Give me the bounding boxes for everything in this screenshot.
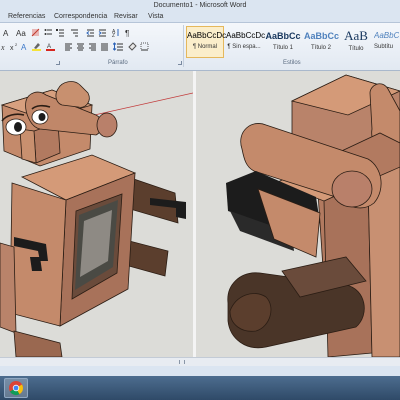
show-marks-icon[interactable]: ¶ [124, 28, 133, 38]
group-label-paragraph: Párrafo [108, 60, 128, 66]
bullets-icon[interactable] [44, 28, 53, 37]
model-side-view-image [196, 71, 400, 357]
font-color-icon[interactable]: A [46, 42, 55, 51]
window-title-bar: Documento1 - Microsoft Word [0, 0, 400, 11]
paragraph-dialog-launcher-icon[interactable] [178, 61, 182, 65]
svg-text:2: 2 [15, 42, 18, 47]
style-name: Título 2 [310, 45, 331, 51]
svg-text:Z: Z [112, 33, 115, 37]
taskbar-chrome-button[interactable] [4, 378, 28, 398]
document-area[interactable] [0, 71, 400, 357]
ribbon-separator [183, 25, 184, 67]
line-spacing-icon[interactable] [112, 42, 123, 51]
horizontal-scrollbar[interactable] [0, 357, 400, 366]
style-normal[interactable]: AaBbCcDc ¶ Normal [186, 26, 227, 58]
text-effects-icon[interactable]: A [20, 42, 29, 52]
multilevel-list-icon[interactable] [70, 28, 79, 37]
style-no-spacing[interactable]: AaBbCcDc ¶ Sin espa... [225, 26, 266, 58]
tab-revisar[interactable]: Revisar [114, 13, 138, 20]
window-title: Documento1 - Microsoft Word [153, 2, 247, 9]
tab-vista[interactable]: Vista [148, 13, 163, 20]
svg-text:A: A [21, 43, 27, 51]
style-name: Título 1 [272, 45, 293, 51]
style-sample: AaBbCc [374, 31, 400, 40]
group-label-styles: Estilos [283, 60, 301, 66]
font-dialog-launcher-icon[interactable] [56, 61, 60, 65]
style-heading-2[interactable]: AaBbCc Título 2 [303, 26, 339, 58]
style-title[interactable]: AaB Título [340, 26, 372, 58]
chrome-icon [9, 381, 24, 396]
align-right-icon[interactable] [88, 42, 97, 51]
scrollbar-thumb[interactable] [179, 360, 185, 364]
style-heading-1[interactable]: AaBbCc Título 1 [264, 26, 302, 58]
superscript-icon[interactable]: x2 [10, 42, 19, 52]
borders-icon[interactable] [140, 42, 149, 51]
shading-icon[interactable] [128, 42, 137, 51]
svg-text:Aa: Aa [16, 29, 26, 37]
font-size-down-icon[interactable]: A [2, 28, 11, 38]
style-name: ¶ Sin espa... [227, 44, 261, 50]
style-name: ¶ Normal [192, 44, 218, 50]
style-sample: AaBbCc [265, 31, 301, 41]
ribbon: A Aa AZ ¶ x x2 A A Párrafo AaBbCcDc ¶ No… [0, 23, 400, 71]
ribbon-tab-bar: Referencias Correspondencia Revisar Vist… [0, 11, 400, 23]
svg-text:x: x [10, 45, 14, 51]
numbering-icon[interactable] [56, 28, 65, 37]
style-sample: AaBbCc [304, 31, 340, 41]
style-name: Título [348, 46, 364, 52]
increase-indent-icon[interactable] [98, 28, 107, 37]
style-subtitle[interactable]: AaBbCc Subtítu [373, 26, 400, 58]
sort-icon[interactable]: AZ [112, 28, 121, 39]
svg-text:¶: ¶ [125, 29, 129, 37]
clear-format-icon[interactable] [31, 28, 40, 37]
align-left-icon[interactable] [64, 42, 73, 51]
justify-icon[interactable] [100, 42, 109, 51]
taskbar [0, 376, 400, 400]
highlight-icon[interactable] [32, 42, 41, 51]
style-sample: AaBbCcDc [226, 31, 266, 40]
tab-referencias[interactable]: Referencias [8, 13, 45, 20]
italic-icon[interactable]: x [0, 42, 9, 52]
decrease-indent-icon[interactable] [86, 28, 95, 37]
style-sample: AaB [344, 28, 368, 43]
svg-text:x: x [0, 43, 5, 51]
style-sample: AaBbCcDc [187, 31, 227, 40]
tab-correspondencia[interactable]: Correspondencia [54, 13, 107, 20]
status-bar [0, 366, 400, 376]
style-name: Subtítu [374, 44, 394, 50]
svg-text:A: A [3, 29, 9, 37]
align-center-icon[interactable] [76, 42, 85, 51]
change-case-icon[interactable]: Aa [16, 28, 26, 38]
model-front-view-image [0, 71, 193, 357]
